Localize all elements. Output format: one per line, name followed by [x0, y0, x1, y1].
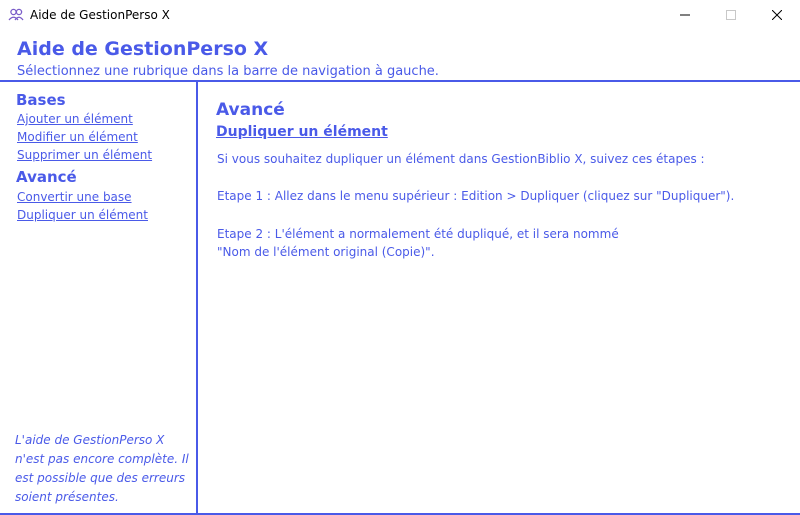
nav-link-supprimer[interactable]: Supprimer un élément — [17, 148, 152, 162]
navigation-sidebar: Bases Ajouter un élément Modifier un élé… — [0, 82, 198, 513]
nav-link-modifier[interactable]: Modifier un élément — [17, 130, 138, 144]
window-titlebar: Aide de GestionPerso X — [0, 0, 800, 30]
section-avance: Avancé — [16, 168, 77, 186]
help-subtitle: Sélectionnez une rubrique dans la barre … — [17, 64, 439, 79]
content-section-title: Avancé — [216, 100, 285, 120]
nav-link-ajouter[interactable]: Ajouter un élément — [17, 112, 133, 126]
step-2-name-text: "Nom de l'élément original (Copie)". — [217, 245, 435, 259]
step-1-text: Etape 1 : Allez dans le menu supérieur :… — [217, 189, 735, 203]
intro-text: Si vous souhaitez dupliquer un élément d… — [217, 152, 705, 166]
help-content: Avancé Dupliquer un élément Si vous souh… — [198, 82, 800, 515]
nav-link-convertir[interactable]: Convertir une base — [17, 190, 132, 204]
app-people-icon — [8, 7, 24, 23]
nav-link-dupliquer[interactable]: Dupliquer un élément — [17, 208, 148, 222]
close-icon — [772, 10, 782, 20]
help-header: Aide de GestionPerso X Sélectionnez une … — [0, 30, 800, 82]
close-button[interactable] — [754, 0, 800, 30]
step-2-text: Etape 2 : L'élément a normalement été du… — [217, 227, 619, 241]
maximize-icon — [726, 10, 736, 20]
section-bases: Bases — [16, 91, 66, 109]
maximize-button[interactable] — [708, 0, 754, 30]
minimize-icon — [680, 14, 690, 16]
window-title: Aide de GestionPerso X — [30, 8, 170, 22]
incomplete-help-note: L'aide de GestionPerso X n'est pas encor… — [15, 433, 189, 504]
content-topic-title: Dupliquer un élément — [216, 124, 388, 140]
minimize-button[interactable] — [662, 0, 708, 30]
help-title: Aide de GestionPerso X — [17, 38, 269, 60]
